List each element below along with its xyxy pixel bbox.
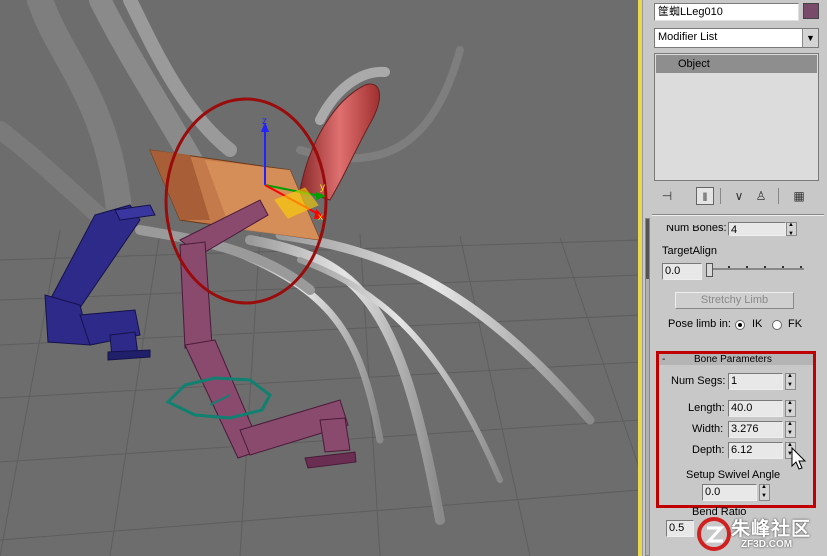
slider-tick: [782, 266, 784, 268]
slider-tick: [764, 266, 766, 268]
target-align-slider-track[interactable]: [712, 268, 804, 270]
pose-fk-radio[interactable]: [772, 320, 782, 330]
watermark-logo-icon: [697, 517, 731, 551]
svg-text:x: x: [318, 212, 323, 223]
stack-item-object[interactable]: Object: [656, 55, 817, 73]
toolbar-separator: [778, 188, 779, 204]
slider-tick: [746, 266, 748, 268]
panel-divider: [652, 214, 824, 216]
watermark-url: ZF3D.COM: [741, 539, 793, 550]
chevron-down-icon[interactable]: ▼: [802, 29, 818, 47]
num-bones-spinner[interactable]: [786, 221, 797, 238]
pose-ik-radio[interactable]: [735, 320, 745, 330]
object-color-swatch[interactable]: [803, 3, 819, 19]
watermark: 朱峰社区 ZF3D.COM: [695, 512, 827, 556]
modifier-stack[interactable]: Object: [654, 53, 819, 181]
object-name-field[interactable]: 筐蜘LLeg010: [654, 3, 799, 21]
num-bones-field[interactable]: 4: [728, 222, 786, 236]
target-align-slider-thumb[interactable]: [706, 263, 713, 277]
toolbar-separator: [720, 188, 721, 204]
mouse-cursor-icon: [791, 447, 807, 470]
modifier-list-dropdown[interactable]: Modifier List ▼: [654, 28, 819, 48]
watermark-text: 朱峰社区: [731, 519, 812, 540]
stretchy-limb-button[interactable]: Stretchy Limb: [675, 292, 794, 309]
bone-parameters-highlight: [656, 351, 816, 508]
configure-sets-icon[interactable]: ▦: [790, 187, 808, 205]
modifier-list-label: Modifier List: [658, 31, 718, 43]
slider-tick: [800, 266, 802, 268]
perspective-viewport[interactable]: z y x: [0, 0, 640, 556]
slider-tick: [728, 266, 730, 268]
target-align-label: TargetAlign: [662, 245, 718, 257]
rollout-scrollbar[interactable]: [645, 218, 650, 556]
stack-toolbar: ⊣ ‖ ∨ ♙ ▦: [654, 184, 819, 208]
pose-limb-label: Pose limb in:: [668, 318, 731, 330]
pose-ik-label: IK: [752, 318, 763, 330]
target-align-field[interactable]: 0.0: [662, 263, 702, 280]
pin-stack-icon[interactable]: ⊣: [658, 187, 676, 205]
remove-modifier-icon[interactable]: ♙: [752, 187, 770, 205]
viewport-scene: z y x: [0, 0, 640, 556]
bend-ratio-field[interactable]: 0.5: [666, 520, 694, 537]
num-bones-label: Num Bones:: [666, 225, 727, 234]
svg-text:z: z: [262, 116, 267, 127]
show-end-result-icon[interactable]: ‖: [696, 187, 714, 205]
rollout-scrollbar-thumb[interactable]: [646, 219, 649, 279]
make-unique-icon[interactable]: ∨: [730, 187, 748, 205]
pose-fk-label: FK: [788, 318, 803, 330]
svg-text:y: y: [320, 182, 325, 193]
